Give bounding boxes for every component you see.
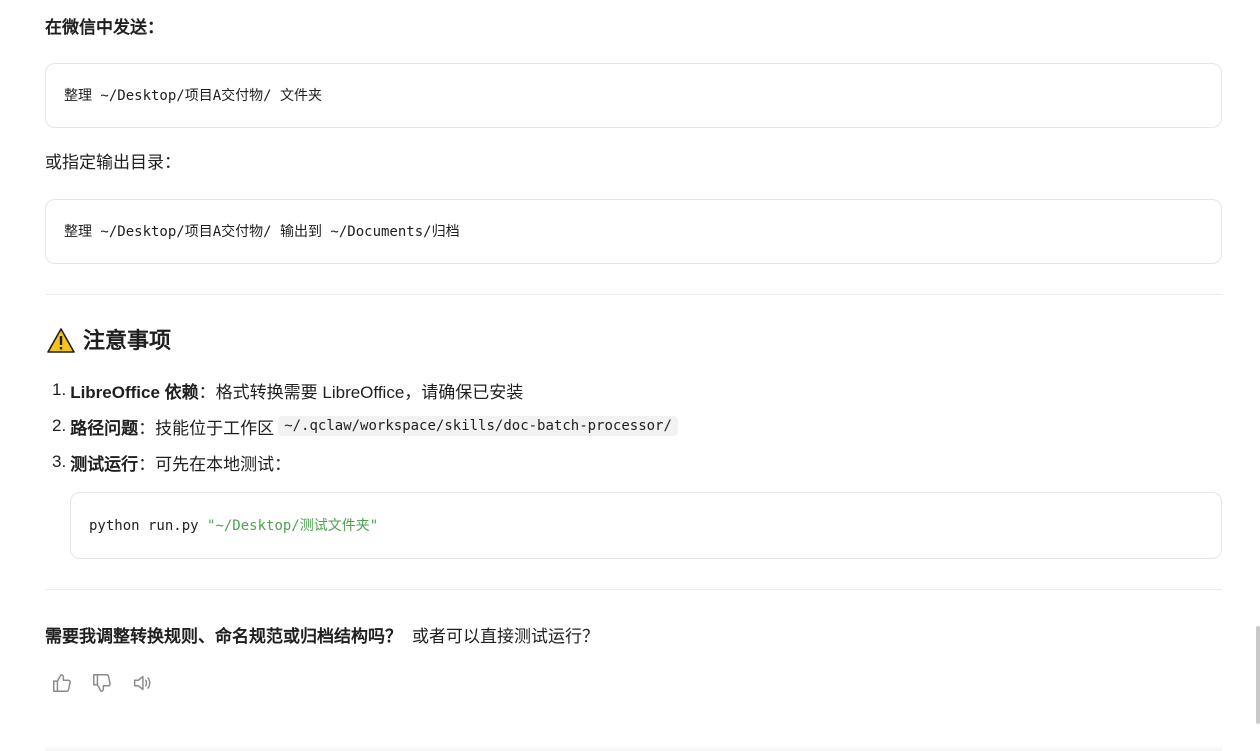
list-item-title: 路径问题 (70, 418, 139, 438)
read-aloud-button[interactable] (131, 670, 153, 696)
code-block-output[interactable]: 整理 ~/Desktop/项目A交付物/ 输出到 ~/Documents/归档 (45, 199, 1222, 264)
followup-question: 需要我调整转换规则、命名规范或归档结构吗？ 或者可以直接测试运行？ (45, 624, 599, 650)
thumbs-down-icon (93, 674, 111, 692)
code-block-python[interactable]: python run.py "~/Desktop/测试文件夹" (70, 492, 1222, 559)
list-item-title: 测试运行 (70, 454, 139, 474)
code-text: 整理 ~/Desktop/项目A交付物/ 文件夹 (64, 87, 323, 104)
list-number: 2. (52, 416, 67, 435)
code-block-organize[interactable]: 整理 ~/Desktop/项目A交付物/ 文件夹 (45, 63, 1222, 128)
notes-title: 注意事项 (83, 328, 172, 353)
list-number: 1. (52, 380, 67, 399)
divider (45, 589, 1222, 590)
list-item-text: ：技能位于工作区 (138, 418, 275, 438)
inline-code-path: ~/.qclaw/workspace/skills/doc-batch-proc… (278, 416, 678, 436)
list-number: 3. (52, 452, 67, 471)
warning-icon (47, 328, 75, 353)
list-item-text: ：格式转换需要 LibreOffice，请确保已安装 (198, 382, 524, 402)
list-item: 3. 测试运行 ：可先在本地测试： (52, 444, 678, 480)
question-bold: 需要我调整转换规则、命名规范或归档结构吗？ (45, 627, 402, 646)
send-label: 在微信中发送： (45, 18, 164, 37)
like-button[interactable] (51, 670, 73, 696)
dislike-button[interactable] (91, 670, 113, 696)
notes-list: 1. LibreOffice 依赖 ：格式转换需要 LibreOffice，请确… (52, 372, 678, 480)
notes-heading: 注意事项 (47, 326, 171, 356)
speaker-icon (133, 675, 151, 691)
thumbs-up-icon (53, 674, 71, 692)
divider (45, 294, 1222, 295)
code-command: python run.py (89, 517, 208, 534)
list-item-text: ：可先在本地测试： (138, 454, 292, 474)
question-rest: 或者可以直接测试运行？ (412, 627, 599, 646)
list-item: 1. LibreOffice 依赖 ：格式转换需要 LibreOffice，请确… (52, 372, 678, 408)
bottom-fade (45, 745, 1222, 751)
list-item: 2. 路径问题 ：技能位于工作区 ~/.qclaw/workspace/skil… (52, 408, 678, 444)
code-text: 整理 ~/Desktop/项目A交付物/ 输出到 ~/Documents/归档 (64, 223, 460, 240)
chat-message-page: 在微信中发送： 整理 ~/Desktop/项目A交付物/ 文件夹 或指定输出目录… (0, 0, 1260, 751)
code-string: "~/Desktop/测试文件夹" (207, 517, 379, 534)
alt-label: 或指定输出目录： (45, 153, 181, 172)
list-item-title: LibreOffice 依赖 (70, 382, 199, 402)
scrollbar[interactable] (1256, 626, 1260, 724)
message-actions (51, 670, 153, 696)
